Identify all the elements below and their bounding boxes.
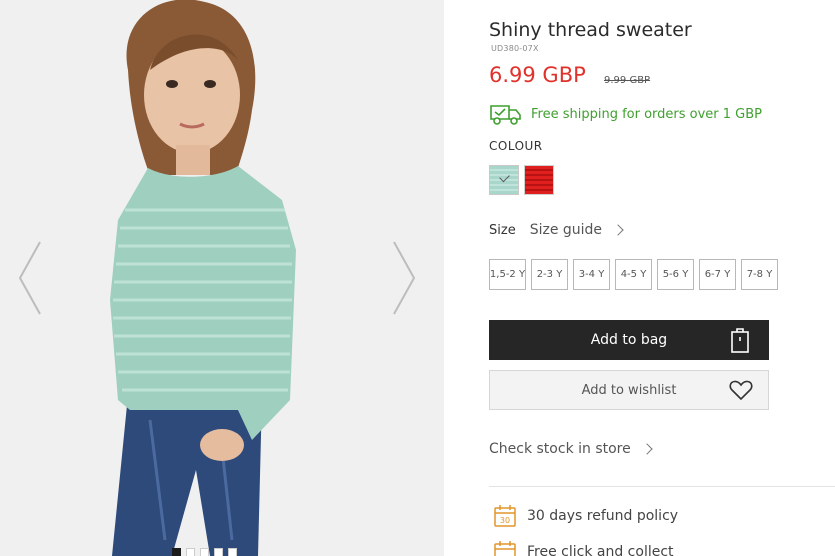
divider bbox=[489, 486, 835, 487]
size-options: 1,5-2 Y 2-3 Y 3-4 Y 4-5 Y 5-6 Y 6-7 Y 7-… bbox=[489, 259, 778, 290]
old-price: 9.99 GBP bbox=[604, 75, 651, 86]
delivery-truck-icon bbox=[490, 105, 521, 125]
heart-icon bbox=[729, 380, 753, 401]
colour-swatch-mint[interactable] bbox=[489, 165, 519, 195]
gallery-dot[interactable] bbox=[186, 548, 195, 556]
size-option[interactable]: 6-7 Y bbox=[699, 259, 736, 290]
size-option[interactable]: 4-5 Y bbox=[615, 259, 652, 290]
size-option[interactable]: 7-8 Y bbox=[741, 259, 778, 290]
size-guide-link[interactable]: Size guide bbox=[530, 222, 602, 238]
click-collect-item: Free click and collect bbox=[493, 540, 674, 556]
check-stock-link[interactable]: Check stock in store bbox=[489, 441, 653, 457]
refund-policy-item: 30 30 days refund policy bbox=[493, 504, 678, 528]
shipping-text: Free shipping for orders over 1 GBP bbox=[531, 106, 763, 122]
current-price: 6.99 GBP bbox=[489, 63, 586, 87]
chevron-right-icon bbox=[612, 224, 624, 236]
prev-image-arrow[interactable] bbox=[14, 238, 44, 318]
product-gallery bbox=[0, 0, 444, 556]
shopping-bag-icon bbox=[731, 328, 749, 353]
check-stock-label: Check stock in store bbox=[489, 441, 631, 457]
calendar-icon bbox=[494, 541, 516, 556]
colour-swatch-red[interactable] bbox=[524, 165, 554, 195]
size-row: Size Size guide bbox=[489, 222, 624, 238]
product-details: Shiny thread sweater UD380-07X 6.99 GBP … bbox=[489, 0, 835, 556]
product-title: Shiny thread sweater bbox=[489, 19, 692, 41]
chevron-right-icon bbox=[641, 443, 653, 455]
product-photo bbox=[0, 0, 444, 556]
click-collect-text: Free click and collect bbox=[527, 544, 674, 556]
add-to-wishlist-label: Add to wishlist bbox=[581, 382, 677, 398]
free-shipping-banner: Free shipping for orders over 1 GBP bbox=[489, 102, 762, 126]
gallery-dot[interactable] bbox=[200, 548, 209, 556]
svg-text:30: 30 bbox=[500, 516, 510, 525]
add-to-bag-label: Add to bag bbox=[590, 332, 668, 348]
product-code: UD380-07X bbox=[491, 44, 539, 53]
next-image-arrow[interactable] bbox=[388, 238, 418, 318]
gallery-dots bbox=[172, 548, 237, 556]
size-option[interactable]: 5-6 Y bbox=[657, 259, 694, 290]
size-option[interactable]: 2-3 Y bbox=[531, 259, 568, 290]
gallery-dot[interactable] bbox=[228, 548, 237, 556]
size-option[interactable]: 3-4 Y bbox=[573, 259, 610, 290]
calendar-30-icon: 30 bbox=[494, 505, 516, 527]
colour-swatches bbox=[489, 165, 554, 195]
add-to-wishlist-button[interactable]: Add to wishlist bbox=[489, 370, 769, 410]
refund-policy-text: 30 days refund policy bbox=[527, 508, 679, 524]
colour-label: COLOUR bbox=[489, 139, 543, 153]
add-to-bag-button[interactable]: Add to bag bbox=[489, 320, 769, 360]
gallery-dot[interactable] bbox=[172, 548, 181, 556]
size-label: Size bbox=[489, 222, 516, 238]
size-option[interactable]: 1,5-2 Y bbox=[489, 259, 526, 290]
gallery-dot[interactable] bbox=[214, 548, 223, 556]
